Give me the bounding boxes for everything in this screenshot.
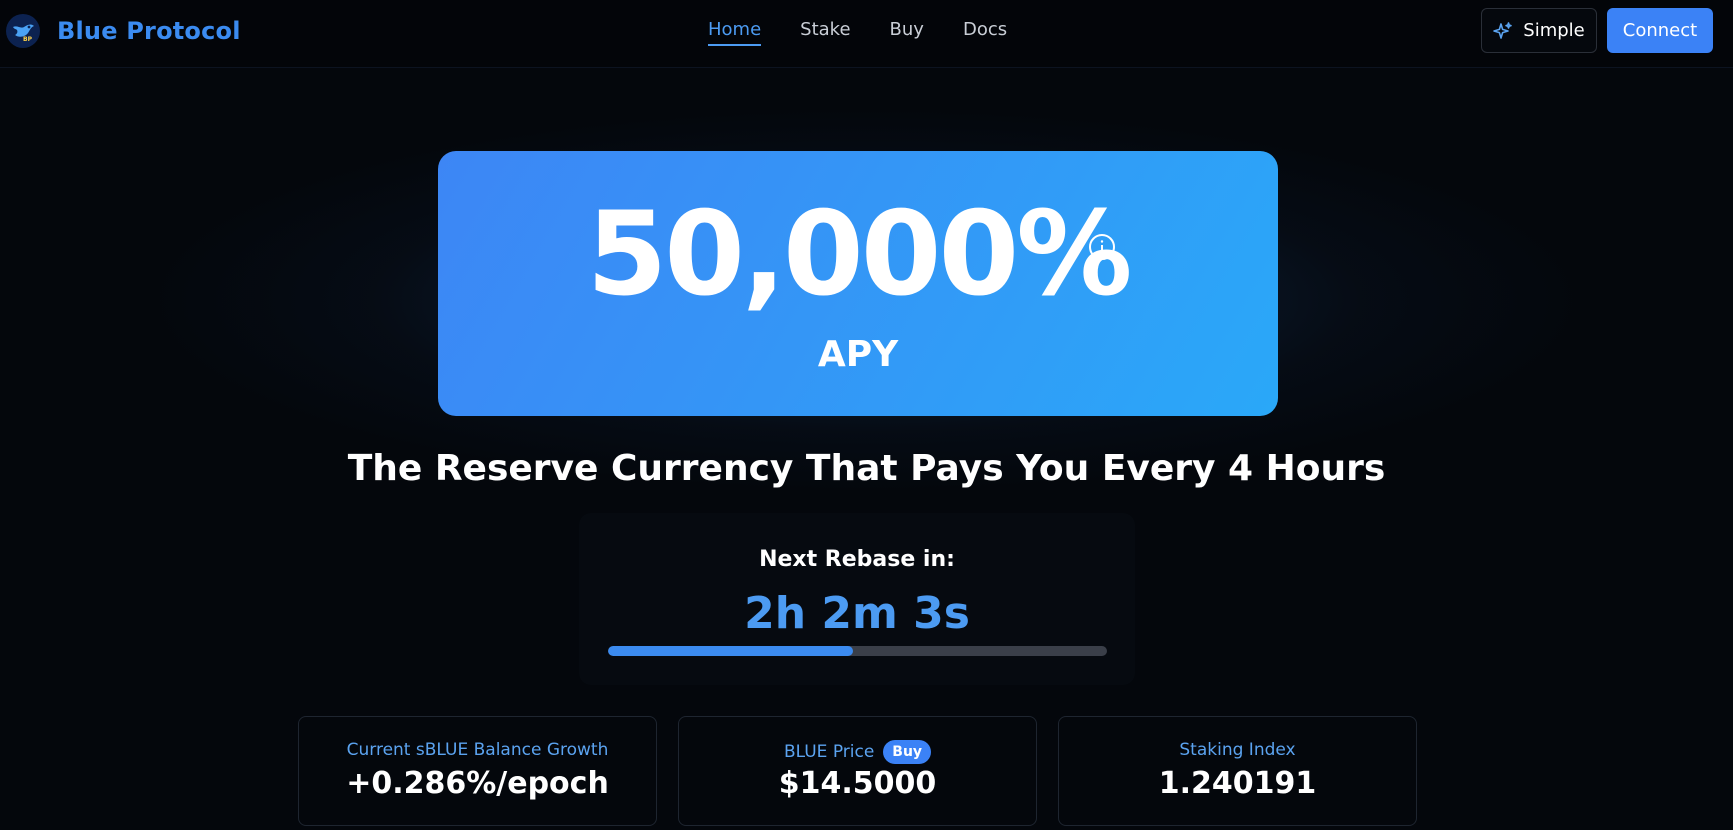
stat-label-text: BLUE Price — [783, 742, 875, 762]
stat-label: Staking Index — [1059, 740, 1416, 760]
sparkles-icon — [1493, 21, 1513, 41]
stat-label-text: Current sBLUE Balance Growth — [346, 740, 609, 760]
stat-card-staking-index: Staking Index 1.240191 — [1058, 716, 1417, 826]
brand-name: Blue Protocol — [57, 17, 241, 45]
top-navbar: BP Blue Protocol Home Stake Buy Docs Sim… — [0, 0, 1733, 68]
brand[interactable]: BP Blue Protocol — [6, 14, 241, 48]
buy-badge-button[interactable]: Buy — [883, 740, 932, 764]
stat-label-text: Staking Index — [1179, 740, 1296, 760]
stat-card-blue-price: BLUE Price Buy $14.5000 — [678, 716, 1037, 826]
nav-link-home[interactable]: Home — [708, 19, 762, 46]
svg-text:BP: BP — [23, 36, 33, 43]
nav-link-docs[interactable]: Docs — [963, 19, 1007, 46]
rebase-countdown: 2h 2m 3s — [744, 588, 970, 639]
info-circle-icon[interactable] — [1088, 233, 1116, 265]
nav-link-stake[interactable]: Stake — [800, 19, 850, 46]
rebase-title: Next Rebase in: — [759, 547, 955, 572]
stat-value: 1.240191 — [1158, 766, 1317, 801]
apy-label: APY — [817, 334, 899, 375]
simple-mode-button[interactable]: Simple — [1481, 8, 1597, 53]
rebase-progress-fill — [608, 646, 853, 656]
stat-label: BLUE Price Buy — [679, 740, 1036, 764]
stat-label: Current sBLUE Balance Growth — [299, 740, 656, 760]
connect-wallet-button[interactable]: Connect — [1607, 8, 1713, 53]
stat-value: $14.5000 — [778, 766, 937, 801]
nav-link-buy[interactable]: Buy — [890, 19, 924, 46]
apy-value: 50,000% — [586, 187, 1133, 322]
main-nav: Home Stake Buy Docs — [708, 19, 1046, 46]
stat-card-balance-growth: Current sBLUE Balance Growth +0.286%/epo… — [298, 716, 657, 826]
rebase-countdown-panel: Next Rebase in: 2h 2m 3s — [579, 513, 1135, 685]
blue-bird-logo-icon: BP — [6, 14, 40, 48]
simple-mode-label: Simple — [1523, 20, 1585, 41]
apy-card: 50,000% APY — [438, 151, 1278, 416]
page: BP Blue Protocol Home Stake Buy Docs Sim… — [0, 0, 1733, 830]
stat-value: +0.286%/epoch — [346, 766, 609, 801]
rebase-progress-bar — [608, 646, 1107, 656]
hero-headline: The Reserve Currency That Pays You Every… — [347, 448, 1386, 489]
